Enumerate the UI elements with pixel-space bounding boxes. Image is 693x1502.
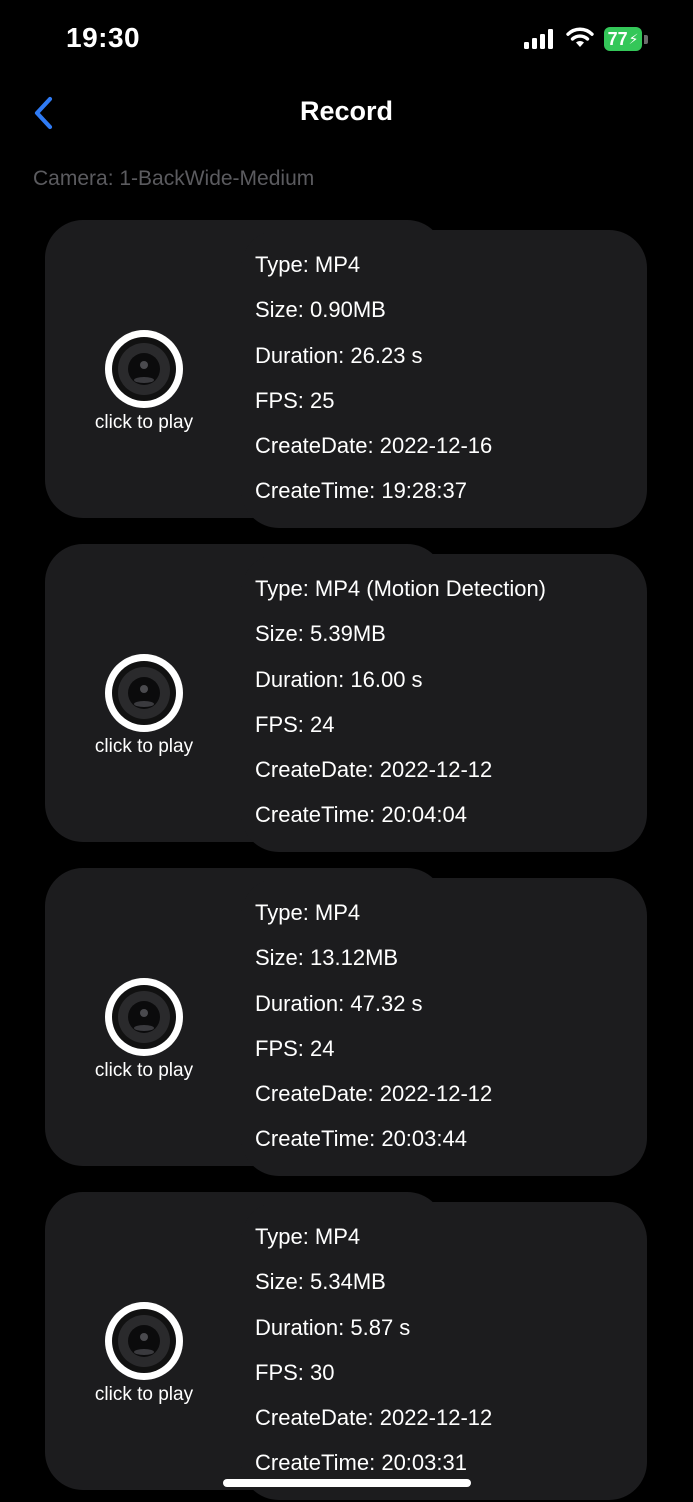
play-area[interactable]: click to play — [88, 652, 200, 758]
cellular-signal-icon — [524, 29, 553, 49]
play-area[interactable]: click to play — [88, 1300, 200, 1406]
record-card: click to play Type: MP4 Size: 13.12MB Du… — [0, 868, 693, 1178]
record-create-date: CreateDate: 2022-12-12 — [255, 1405, 493, 1431]
record-card: click to play Type: MP4 Size: 0.90MB Dur… — [0, 220, 693, 530]
play-area[interactable]: click to play — [88, 328, 200, 434]
camera-label: Camera: 1-BackWide-Medium — [33, 167, 315, 190]
record-type: Type: MP4 — [255, 1224, 361, 1249]
nav-bar: Record — [0, 80, 693, 144]
record-fps: FPS: 25 — [255, 387, 335, 413]
home-indicator[interactable] — [223, 1479, 471, 1487]
battery-cap — [644, 35, 648, 44]
record-size: Size: 13.12MB — [255, 945, 399, 971]
record-fps: FPS: 30 — [255, 1359, 335, 1385]
record-create-time: CreateTime: 19:28:37 — [255, 478, 467, 504]
camera-lens-icon[interactable] — [103, 1300, 185, 1382]
record-create-date: CreateDate: 2022-12-12 — [255, 1081, 493, 1107]
record-fps: FPS: 24 — [255, 711, 335, 737]
camera-lens-icon[interactable] — [103, 652, 185, 734]
record-create-date: CreateDate: 2022-12-16 — [255, 433, 493, 459]
play-area[interactable]: click to play — [88, 976, 200, 1082]
status-bar: 19:30 77 ⚡ — [0, 0, 693, 80]
play-label: click to play — [94, 1060, 194, 1081]
record-type: Type: MP4 (Motion Detection) — [255, 576, 547, 601]
record-size: Size: 5.34MB — [255, 1269, 386, 1295]
camera-lens-icon[interactable] — [103, 328, 185, 410]
status-time: 19:30 — [66, 22, 141, 53]
record-duration: Duration: 26.23 s — [255, 342, 423, 368]
play-label: click to play — [94, 1384, 194, 1405]
record-size: Size: 5.39MB — [255, 621, 386, 647]
record-create-time: CreateTime: 20:03:44 — [255, 1126, 467, 1152]
camera-lens-icon[interactable] — [103, 976, 185, 1058]
record-size: Size: 0.90MB — [255, 297, 386, 323]
record-info-panel: Type: MP4 Size: 0.90MB Duration: 26.23 s… — [241, 230, 647, 528]
record-info-panel: Type: MP4 Size: 13.12MB Duration: 47.32 … — [241, 878, 647, 1176]
record-info-panel: Type: MP4 Size: 5.34MB Duration: 5.87 s … — [241, 1202, 647, 1500]
wifi-icon — [566, 27, 594, 47]
record-card: click to play Type: MP4 (Motion Detectio… — [0, 544, 693, 854]
record-type: Type: MP4 — [255, 252, 361, 277]
record-duration: Duration: 16.00 s — [255, 666, 423, 692]
page-title: Record — [299, 96, 394, 126]
record-info-panel: Type: MP4 (Motion Detection) Size: 5.39M… — [241, 554, 647, 852]
record-duration: Duration: 47.32 s — [255, 990, 423, 1016]
record-fps: FPS: 24 — [255, 1035, 335, 1061]
battery-indicator: 77 ⚡ — [604, 27, 642, 51]
play-label: click to play — [94, 412, 194, 433]
record-create-date: CreateDate: 2022-12-12 — [255, 757, 493, 783]
charging-bolt-icon: ⚡ — [628, 30, 639, 47]
record-card: click to play Type: MP4 Size: 5.34MB Dur… — [0, 1192, 693, 1502]
battery-level: 77 — [607, 28, 628, 49]
record-create-time: CreateTime: 20:03:31 — [255, 1450, 467, 1476]
record-type: Type: MP4 — [255, 900, 361, 925]
record-duration: Duration: 5.87 s — [255, 1314, 411, 1340]
play-label: click to play — [94, 736, 194, 757]
record-create-time: CreateTime: 20:04:04 — [255, 802, 467, 828]
